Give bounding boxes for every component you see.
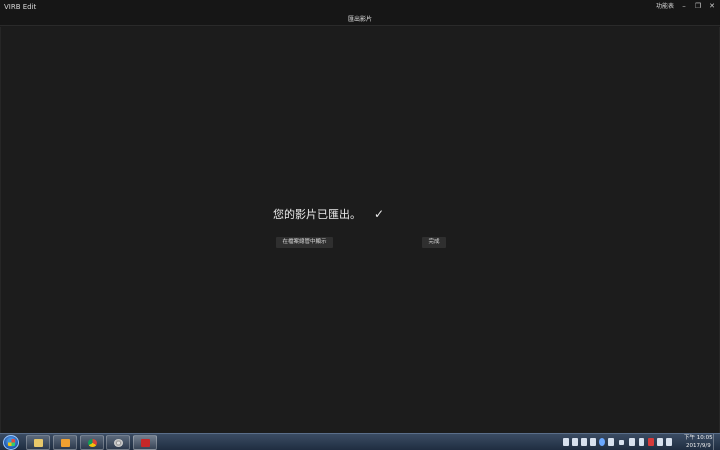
page-header: 匯出影片	[0, 14, 720, 26]
minimize-button[interactable]: –	[679, 1, 689, 12]
tray-network-icon[interactable]	[657, 438, 663, 446]
show-in-explorer-button[interactable]: 在檔案總管中顯示	[276, 237, 333, 248]
tray-settings-icon[interactable]	[608, 438, 614, 446]
tray-antivirus-icon[interactable]	[648, 438, 654, 446]
windows-logo-icon	[8, 439, 15, 446]
taskbar-item-virb-edit[interactable]	[133, 435, 157, 450]
tray-flag-icon[interactable]	[629, 438, 635, 446]
close-button[interactable]: ✕	[707, 1, 717, 12]
clock-date[interactable]: 2017/9/9	[686, 442, 711, 450]
start-button[interactable]	[3, 435, 19, 450]
garmin-icon	[141, 439, 150, 447]
page-title: 匯出影片	[347, 16, 372, 23]
tray-keyboard-icon[interactable]	[563, 438, 569, 446]
clock-time[interactable]: 下午 10:05	[684, 434, 713, 442]
taskbar: 下午 10:05 2017/9/9	[0, 433, 720, 450]
tray-volume-icon[interactable]	[666, 438, 672, 446]
menu-button[interactable]: 功能表	[656, 2, 674, 12]
tray-help-icon[interactable]	[599, 438, 605, 446]
taskbar-item-file-explorer[interactable]	[26, 435, 50, 450]
main-panel: 您的影片已匯出。 ✓ 在檔案總管中顯示 完成	[0, 27, 720, 433]
media-icon	[61, 439, 70, 447]
folder-icon	[34, 439, 43, 447]
checkmark-icon: ✓	[374, 207, 385, 221]
app-title: VIRB Edit	[4, 3, 37, 11]
export-success-message: 您的影片已匯出。	[273, 208, 361, 221]
tray-app-icon[interactable]	[639, 438, 644, 446]
taskbar-item-chrome[interactable]	[80, 435, 104, 450]
chrome-icon	[88, 439, 97, 447]
taskbar-item-disc-app[interactable]	[106, 435, 130, 450]
tray-ime-icon[interactable]	[572, 438, 578, 446]
show-desktop-button[interactable]	[713, 434, 720, 450]
tray-app-icon[interactable]	[590, 438, 596, 446]
title-bar: VIRB Edit 功能表 – ❐ ✕	[0, 0, 720, 14]
tray-expand-icon[interactable]	[619, 440, 624, 445]
restore-button[interactable]: ❐	[693, 1, 703, 12]
done-button[interactable]: 完成	[422, 237, 446, 248]
tray-app-icon[interactable]	[581, 438, 587, 446]
taskbar-item-media-player[interactable]	[53, 435, 77, 450]
disc-icon	[114, 439, 123, 447]
